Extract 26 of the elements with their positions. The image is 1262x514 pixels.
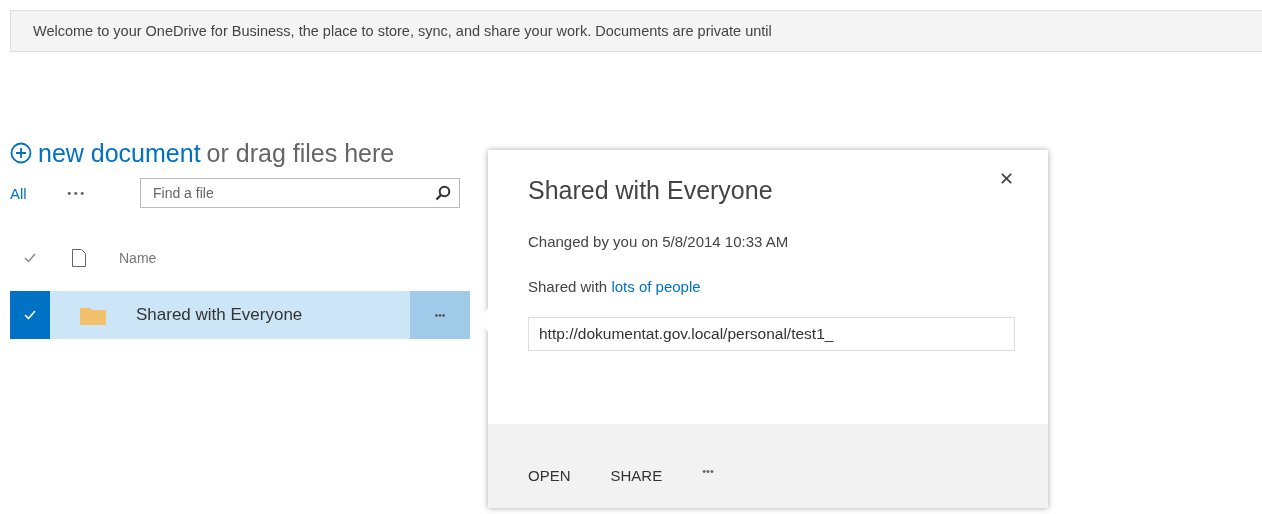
column-header[interactable]: Name xyxy=(119,250,157,266)
all-view-link[interactable]: All xyxy=(10,184,66,202)
search-icon[interactable] xyxy=(435,185,451,201)
checkmark-icon xyxy=(24,310,36,320)
close-button[interactable]: ✕ xyxy=(999,168,1014,190)
folder-icon xyxy=(80,305,106,325)
drag-files-hint: or drag files here xyxy=(206,138,395,168)
url-field[interactable]: http://dokumentat.gov.local/personal/test1_ xyxy=(528,317,1015,351)
shared-with-label: Shared with xyxy=(528,278,608,295)
people-link[interactable]: lots of people xyxy=(611,278,701,295)
row-checkbox[interactable] xyxy=(10,291,50,339)
search-field[interactable]: Find a file xyxy=(140,178,460,208)
new-document-link[interactable]: new document xyxy=(38,138,201,168)
more-views-button[interactable]: ••• xyxy=(66,186,140,200)
document-icon xyxy=(72,249,86,267)
callout-title: Shared with Everyone xyxy=(528,176,773,205)
file-row[interactable]: Shared with Everyone ••• xyxy=(50,291,470,339)
welcome-banner: Welcome to your OneDrive for Business, the place to store, sync, and share your work. Documents are private until xyxy=(10,10,1262,52)
file-name[interactable]: Shared with Everyone xyxy=(136,305,410,325)
add-circle-icon[interactable] xyxy=(10,142,32,164)
changed-info: Changed by you on 5/8/2014 10:33 AM xyxy=(528,233,790,250)
action-button[interactable]: SHARE xyxy=(610,466,663,484)
action-button[interactable]: OPEN xyxy=(528,466,571,484)
checkmark-icon[interactable] xyxy=(24,253,36,263)
more-options-button[interactable]: ••• xyxy=(410,291,470,339)
more-actions-button[interactable]: ••• xyxy=(702,465,714,477)
